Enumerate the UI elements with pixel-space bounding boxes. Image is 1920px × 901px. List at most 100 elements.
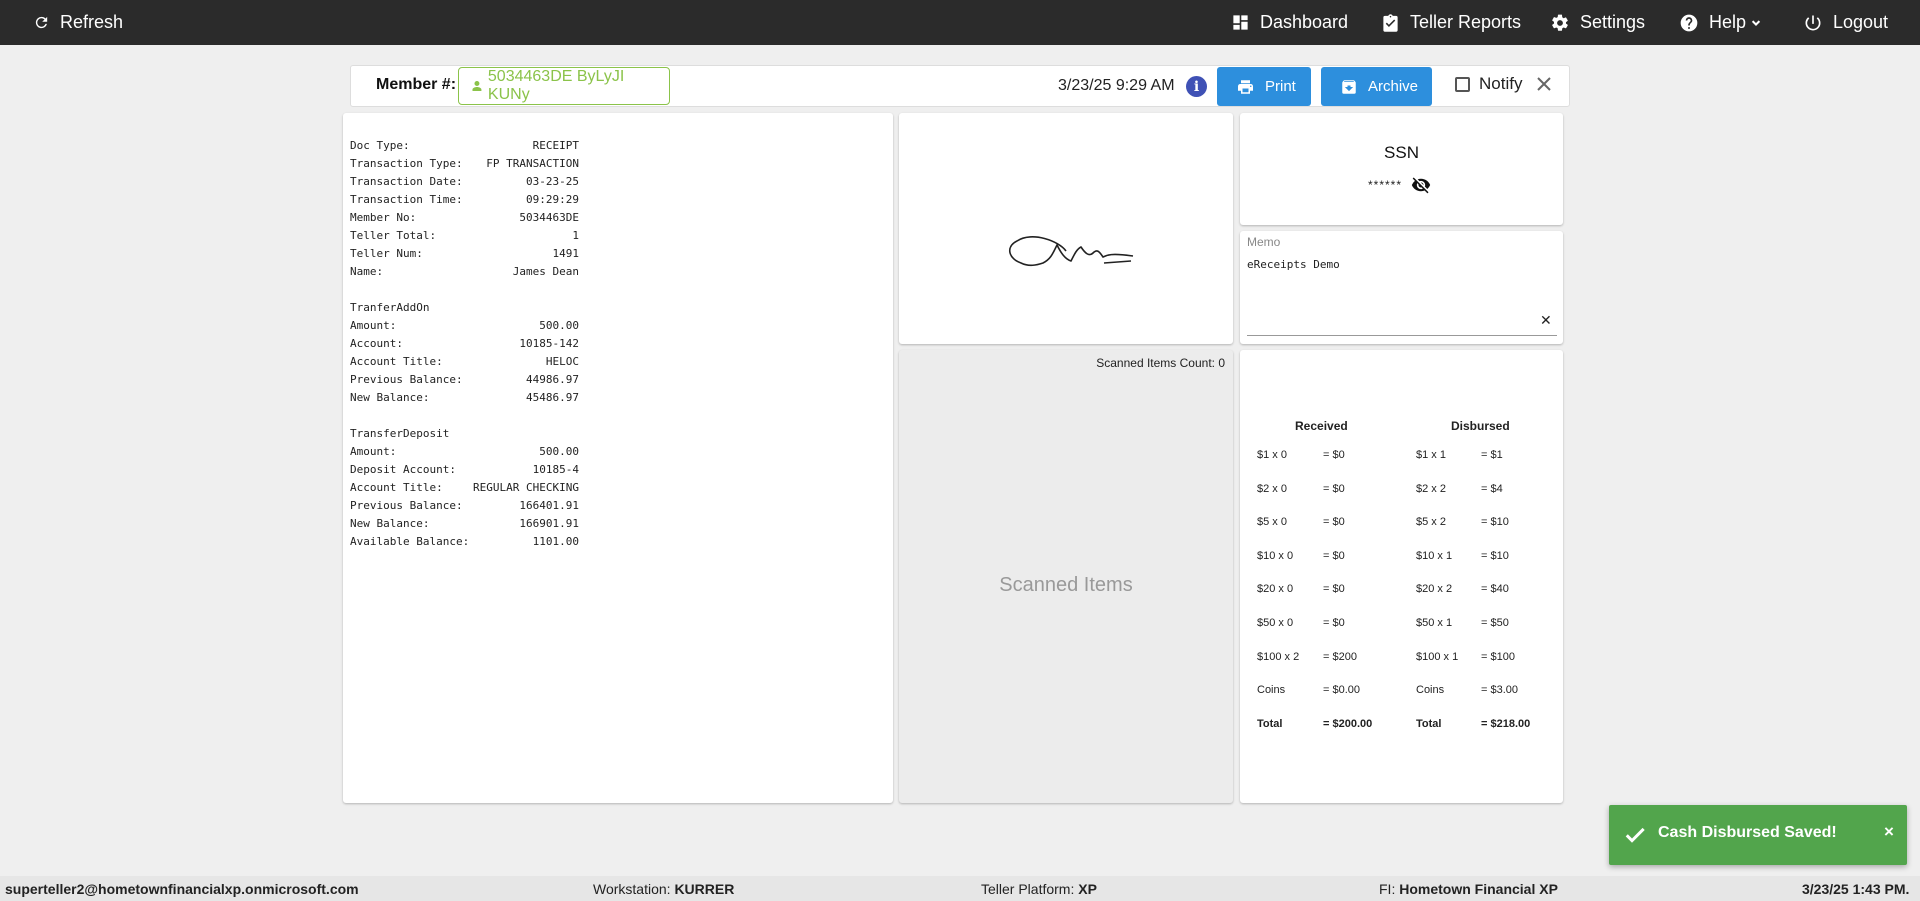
received-amount: = $0 bbox=[1323, 482, 1345, 495]
notify-checkbox[interactable] bbox=[1455, 76, 1470, 92]
signature-panel bbox=[899, 113, 1233, 344]
receipt-line: Account Title: HELOC bbox=[350, 355, 890, 373]
disbursed-amount: = $10 bbox=[1481, 549, 1509, 562]
archive-button[interactable]: Archive bbox=[1321, 67, 1432, 106]
info-icon[interactable]: i bbox=[1186, 76, 1207, 97]
receipt-line: Transaction Date: 03-23-25 bbox=[350, 175, 890, 193]
receipt-line: Amount: 500.00 bbox=[350, 319, 890, 337]
received-denomination: $100 x 2 bbox=[1257, 650, 1300, 663]
receipt-key: Doc Type: bbox=[350, 139, 410, 152]
member-field[interactable]: 5034463DE ByLyJI KUNy bbox=[458, 67, 670, 105]
power-icon bbox=[1805, 15, 1821, 30]
question-circle-icon bbox=[1680, 14, 1698, 31]
receipt-value: RECEIPT bbox=[532, 139, 579, 152]
receipt-value: 166401.91 bbox=[519, 499, 579, 512]
help-menu-button[interactable]: Help bbox=[1679, 0, 1763, 45]
receipt-key: Transaction Type: bbox=[350, 157, 463, 170]
toast-close-button[interactable]: × bbox=[1884, 822, 1894, 842]
footer-fi: FI: Hometown Financial XP bbox=[1379, 881, 1558, 897]
receipt-line: Doc Type: RECEIPT bbox=[350, 139, 890, 157]
received-amount: = $0 bbox=[1323, 549, 1345, 562]
close-icon[interactable] bbox=[1536, 73, 1552, 97]
logout-label: Logout bbox=[1833, 12, 1889, 32]
receipt-line: Deposit Account: 10185-4 bbox=[350, 463, 890, 481]
refresh-button[interactable]: Refresh bbox=[33, 0, 123, 45]
receipt-value: 09:29:29 bbox=[526, 193, 579, 206]
receipt-line: Teller Total: 1 bbox=[350, 229, 890, 247]
eye-off-icon[interactable] bbox=[1410, 175, 1432, 195]
receipt-value: 10185-142 bbox=[519, 337, 579, 350]
scanned-items-placeholder: Scanned Items bbox=[999, 574, 1133, 596]
notify-toggle[interactable]: Notify bbox=[1455, 74, 1522, 94]
received-denomination: $20 x 0 bbox=[1257, 583, 1294, 596]
dashboard-button[interactable]: Dashboard bbox=[1231, 0, 1348, 45]
receipt-key: Amount: bbox=[350, 319, 397, 332]
received-header: Received bbox=[1295, 419, 1348, 433]
footer-datetime: 3/23/25 1:43 PM. bbox=[1802, 881, 1910, 897]
member-value: 5034463DE ByLyJI KUNy bbox=[487, 68, 625, 103]
receipt-key: Available Balance: bbox=[350, 535, 470, 548]
received-denomination: $50 x 0 bbox=[1257, 617, 1294, 629]
ssn-masked-value: ****** bbox=[1368, 178, 1403, 192]
receipt-line: Name: James Dean bbox=[350, 265, 890, 283]
user-icon bbox=[472, 81, 482, 91]
disbursed-amount: = $3.00 bbox=[1481, 684, 1519, 697]
receipt-key: Name: bbox=[350, 265, 384, 278]
receipt-line: Transaction Type: FP TRANSACTION bbox=[350, 157, 890, 175]
receipt-value: REGULAR CHECKING bbox=[473, 481, 579, 494]
receipt-key: Account Title: bbox=[350, 481, 443, 494]
receipt-line: Transaction Time: 09:29:29 bbox=[350, 193, 890, 211]
memo-clear-button[interactable]: ✕ bbox=[1540, 312, 1552, 329]
archive-label: Archive bbox=[1368, 78, 1419, 95]
ssn-title: SSN bbox=[1384, 143, 1419, 162]
receipt-value: 500.00 bbox=[539, 445, 579, 458]
member-number-label: Member #: bbox=[376, 76, 457, 93]
receipt-key: Deposit Account: bbox=[350, 463, 456, 476]
received-amount: = $0 bbox=[1323, 516, 1345, 529]
disbursed-denomination: $10 x 1 bbox=[1416, 549, 1453, 562]
receipt-line: Previous Balance: 44986.97 bbox=[350, 373, 890, 391]
receipt-line: New Balance: 45486.97 bbox=[350, 391, 890, 409]
receipt-value: HELOC bbox=[545, 355, 579, 368]
cash-panel: Received Disbursed $1 x 0 = $0 $2 x 0 = $0 $… bbox=[1240, 350, 1563, 803]
disbursed-denomination: $20 x 2 bbox=[1416, 583, 1453, 596]
receipt-value: 44986.97 bbox=[526, 373, 579, 386]
received-denomination: $5 x 0 bbox=[1257, 516, 1287, 529]
gear-icon bbox=[1552, 14, 1568, 31]
disbursed-denomination: Coins bbox=[1416, 684, 1445, 697]
receipt-line bbox=[350, 409, 890, 427]
status-footer: superteller2@hometownfinancialxp.onmicro… bbox=[0, 876, 1920, 901]
memo-input[interactable]: eReceipts Demo bbox=[1247, 258, 1340, 271]
print-button[interactable]: Print bbox=[1217, 67, 1311, 106]
scanned-items-count: Scanned Items Count: 0 bbox=[1096, 356, 1225, 370]
receipt-key: Account: bbox=[350, 337, 403, 350]
teller-reports-button[interactable]: Teller Reports bbox=[1381, 0, 1521, 45]
disbursed-denomination: $50 x 1 bbox=[1416, 617, 1453, 629]
receipt-value: 45486.97 bbox=[526, 391, 579, 404]
receipt-line: Available Balance: 1101.00 bbox=[350, 535, 890, 553]
disbursed-amount: = $40 bbox=[1481, 583, 1509, 596]
refresh-icon bbox=[35, 16, 48, 29]
footer-workstation: Workstation: KURRER bbox=[593, 881, 735, 897]
received-amount: = $200.00 bbox=[1323, 717, 1373, 730]
received-amount: = $0.00 bbox=[1323, 684, 1361, 697]
receipt-panel: Doc Type: RECEIPT Transaction Type: FP TRAN… bbox=[343, 113, 893, 803]
receipt-line: Member No: 5034463DE bbox=[350, 211, 890, 229]
disbursed-denomination: Total bbox=[1416, 717, 1442, 730]
receipt-key: Teller Total: bbox=[350, 229, 437, 242]
disbursed-amount: = $50 bbox=[1481, 617, 1509, 629]
receipt-line: Account: 10185-142 bbox=[350, 337, 890, 355]
logout-button[interactable]: Logout bbox=[1803, 0, 1888, 45]
settings-button[interactable]: Settings bbox=[1550, 0, 1645, 45]
top-nav-bar: Refresh Dashboard Teller Reports Setting… bbox=[0, 0, 1920, 45]
teller-reports-label: Teller Reports bbox=[1410, 12, 1522, 32]
toast-notification: Cash Disbursed Saved! × bbox=[1609, 805, 1907, 865]
signature-image bbox=[1009, 236, 1134, 267]
refresh-label: Refresh bbox=[60, 12, 124, 32]
received-denomination: Total bbox=[1257, 717, 1283, 730]
disbursed-amount: = $4 bbox=[1481, 482, 1503, 495]
disbursed-denomination: $100 x 1 bbox=[1416, 650, 1459, 663]
receipt-value: 03-23-25 bbox=[526, 175, 579, 188]
received-denomination: $2 x 0 bbox=[1257, 482, 1287, 495]
footer-user: superteller2@hometownfinancialxp.onmicro… bbox=[5, 881, 359, 897]
